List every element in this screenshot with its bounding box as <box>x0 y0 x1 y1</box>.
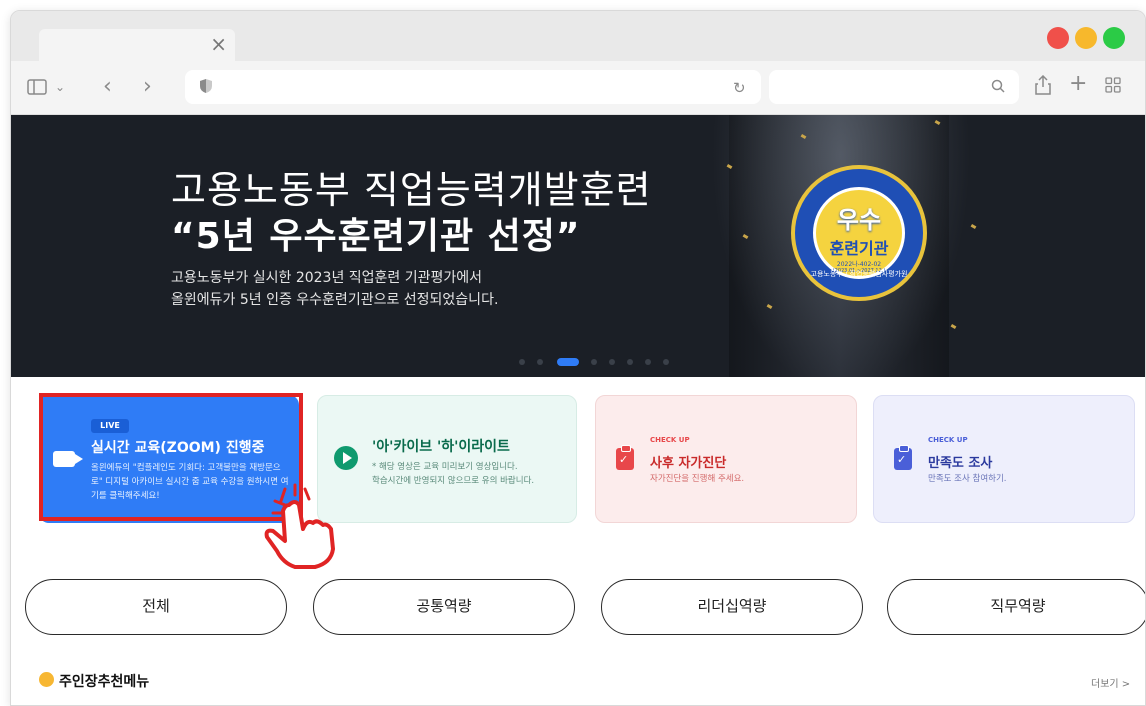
check-mark: ✓ <box>897 453 907 466</box>
archive-card-description: * 해당 영상은 교육 미리보기 영상입니다. 학습시간에 반영되지 않으므로 … <box>372 460 572 488</box>
survey-card[interactable]: ✓ CHECK UP 만족도 조사 만족도 조사 참여하기. <box>873 395 1135 523</box>
reload-icon[interactable]: ↻ <box>733 78 746 98</box>
close-window-button[interactable] <box>1047 27 1069 49</box>
check-mark: ✓ <box>619 453 629 466</box>
recommend-section-title: 주인장추천메뉴 <box>39 671 149 691</box>
browser-toolbar: ⌄ ‹ › ↻ + <box>11 61 1145 115</box>
slide-dot[interactable] <box>645 359 651 365</box>
chevron-down-icon[interactable]: ⌄ <box>55 77 65 97</box>
archive-highlight-card[interactable]: '아'카이브 '하'이라이트 * 해당 영상은 교육 미리보기 영상입니다. 학… <box>317 395 577 523</box>
minimize-window-button[interactable] <box>1075 27 1097 49</box>
slide-dot[interactable] <box>537 359 543 365</box>
filter-leadership-button[interactable]: 리더십역량 <box>601 579 863 635</box>
share-icon[interactable] <box>1035 74 1051 100</box>
hero-title: 고용노동부 직업능력개발훈련 <box>171 168 652 212</box>
medal-ring-text: 고용노동부 / 직업능력심사평가원 <box>810 270 908 278</box>
self-check-subtitle: 자가진단을 진행해 주세요. <box>650 474 745 484</box>
medal-text: 2022나-402-02 <box>836 261 882 268</box>
hero-description: 올윈에듀가 5년 인증 우수훈련기관으로 선정되었습니다. <box>171 292 499 308</box>
forward-icon[interactable]: › <box>143 76 152 98</box>
medal-text: 우수 <box>836 206 882 234</box>
shield-icon <box>199 78 213 99</box>
archive-card-title: '아'카이브 '하'이라이트 <box>372 439 510 455</box>
hero-banner[interactable]: 고용노동부 직업능력개발훈련 “5년 우수훈련기관 선정” 고용노동부가 실시한… <box>11 115 1145 377</box>
slide-dot[interactable] <box>591 359 597 365</box>
survey-title: 만족도 조사 <box>928 456 993 471</box>
live-card-title: 실시간 교육(ZOOM) 진행중 <box>91 440 265 456</box>
checkup-label: CHECK UP <box>650 436 690 444</box>
self-check-card[interactable]: ✓ CHECK UP 사후 자가진단 자가진단을 진행해 주세요. <box>595 395 857 523</box>
slide-dot[interactable] <box>663 359 669 365</box>
slide-dot[interactable] <box>627 359 633 365</box>
checkup-label: CHECK UP <box>928 436 968 444</box>
live-badge: LIVE <box>91 419 129 433</box>
self-check-title: 사후 자가진단 <box>650 456 727 471</box>
filter-job-button[interactable]: 직무역량 <box>887 579 1145 635</box>
clipboard-check-icon: ✓ <box>894 445 912 470</box>
quick-cards: LIVE 실시간 교육(ZOOM) 진행중 올윈에듀의 "컴플레인도 기회다: … <box>11 377 1145 557</box>
play-icon <box>334 446 358 470</box>
search-field[interactable] <box>769 70 1019 104</box>
confetti <box>970 223 977 230</box>
slide-dot-active[interactable] <box>557 358 579 366</box>
filter-common-button[interactable]: 공통역량 <box>313 579 575 635</box>
address-bar[interactable]: ↻ <box>185 70 761 104</box>
recommend-title: 주인장추천메뉴 <box>59 674 150 690</box>
video-camera-icon <box>53 451 75 467</box>
browser-tab[interactable]: × <box>39 29 235 61</box>
close-icon[interactable]: × <box>210 33 227 55</box>
clipboard-check-icon: ✓ <box>616 445 634 470</box>
search-icon[interactable] <box>991 78 1005 98</box>
medal-center: 우수 훈련기관 2022나-402-02 (2023.01.~2027.12.) <box>813 187 905 279</box>
plus-icon[interactable]: + <box>1069 73 1087 95</box>
slide-dot[interactable] <box>519 359 525 365</box>
archive-note: 학습시간에 반영되지 않으므로 유의 바랍니다. <box>372 476 535 486</box>
smile-icon <box>39 672 54 687</box>
award-medal: 우수 훈련기관 2022나-402-02 (2023.01.~2027.12.)… <box>791 165 927 301</box>
hero-description: 고용노동부가 실시한 2023년 직업훈련 기관평가에서 <box>171 270 483 286</box>
filter-all-button[interactable]: 전체 <box>25 579 287 635</box>
maximize-window-button[interactable] <box>1103 27 1125 49</box>
more-link[interactable]: 더보기 > <box>1091 675 1130 690</box>
slide-dot[interactable] <box>609 359 615 365</box>
pointing-hand-icon <box>264 483 335 569</box>
tab-grid-icon[interactable] <box>1105 77 1121 98</box>
browser-window: × ⌄ ‹ › ↻ + 고용노동부 직업능력개발훈련 “5년 우수훈련기관 선정… <box>10 10 1146 706</box>
medal-text: 훈련기관 <box>829 239 889 258</box>
sidebar-icon[interactable] <box>27 79 47 100</box>
survey-subtitle: 만족도 조사 참여하기. <box>928 474 1007 484</box>
back-icon[interactable]: ‹ <box>103 76 112 98</box>
hero-headline: “5년 우수훈련기관 선정” <box>171 216 581 257</box>
archive-note: * 해당 영상은 교육 미리보기 영상입니다. <box>372 462 518 472</box>
tab-bar: × <box>11 11 1145 61</box>
